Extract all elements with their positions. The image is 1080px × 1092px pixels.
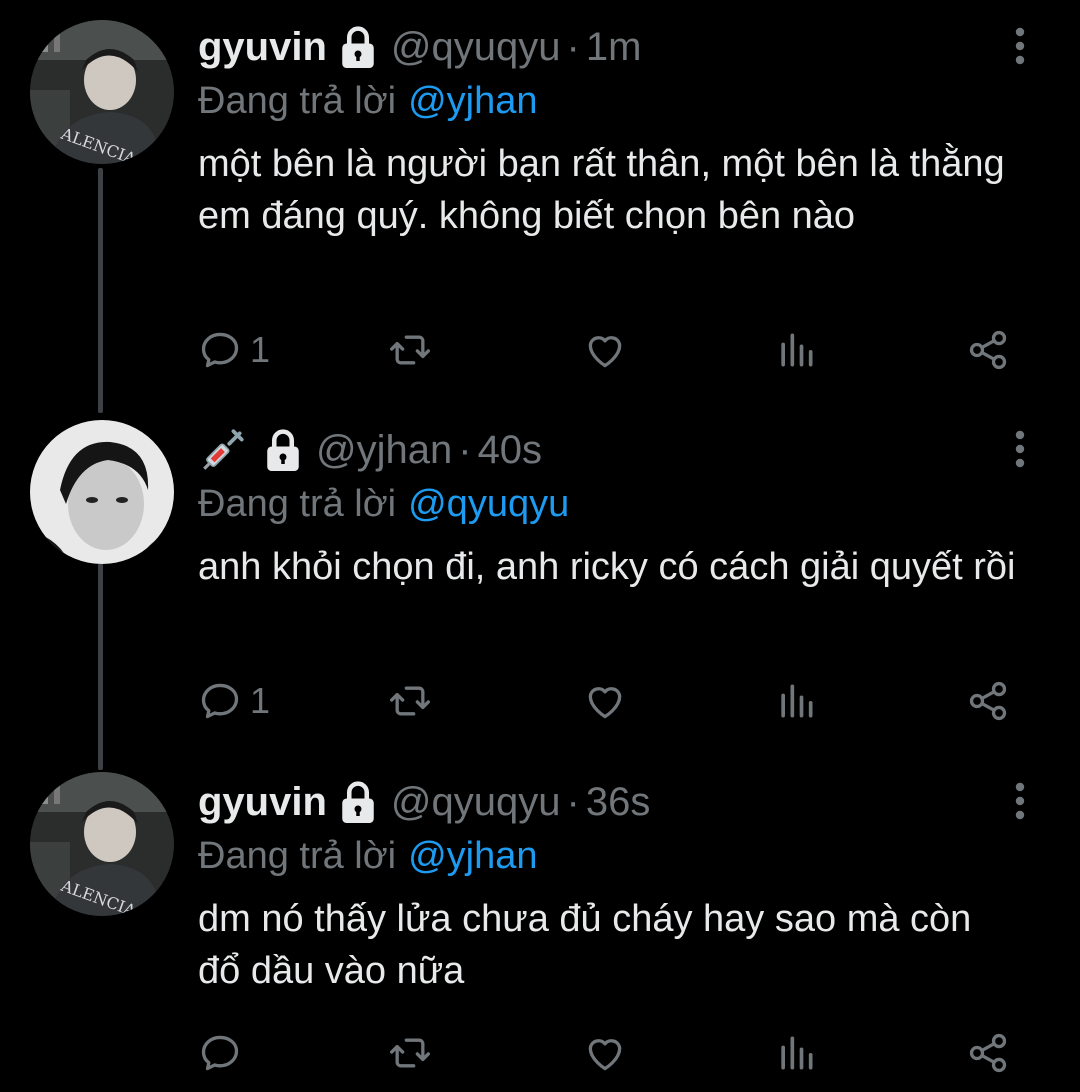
share-icon [966,679,1010,723]
views-button[interactable] [774,322,818,378]
reply-prefix: Đang trả lời [198,482,397,525]
thread-line [98,560,103,770]
share-icon [966,1031,1010,1075]
reply-button[interactable] [198,1025,250,1081]
tweet-text: anh khỏi chọn đi, anh ricky có cách giải… [198,546,1016,588]
avatar[interactable] [30,420,174,564]
more-vertical-icon[interactable] [1000,780,1040,822]
retweet-icon [388,328,432,372]
views-icon [774,328,818,372]
username[interactable]: @qyuqyu [391,25,561,70]
heart-icon [583,679,627,723]
mention-link[interactable]: @yjhan [408,835,537,878]
separator: · [458,427,472,472]
separator: · [566,779,580,824]
reply-button[interactable]: 1 [198,322,270,378]
more-vertical-icon[interactable] [1000,25,1040,67]
retweet-icon [388,679,432,723]
mention-link[interactable]: @yjhan [408,80,537,123]
share-button[interactable] [966,673,1010,729]
tweet-header: gyuvin @qyuqyu · 36s [198,775,1020,829]
reply-icon [198,679,242,723]
replying-to: Đang trả lời @yjhan [198,829,1020,883]
display-name[interactable]: gyuvin [198,25,327,70]
views-icon [774,679,818,723]
tweet-header: gyuvin @qyuqyu · 1m [198,20,1020,74]
tweet-actions: 1 [198,322,1018,378]
lock-icon [337,779,379,825]
reply-count: 1 [250,680,271,721]
retweet-button[interactable] [388,1025,432,1081]
avatar[interactable] [30,20,174,164]
retweet-button[interactable] [388,322,432,378]
timestamp[interactable]: 40s [478,428,543,473]
replying-to: Đang trả lời @qyuqyu [198,477,1020,531]
tweet-text: một bên là người bạn rất thân, một bên l… [198,143,1005,237]
display-name[interactable]: gyuvin [198,780,327,825]
mention-link[interactable]: @qyuqyu [408,483,569,526]
tweet-header: @yjhan · 40s [198,423,1020,477]
share-icon [966,328,1010,372]
reply-icon [198,1031,242,1075]
like-button[interactable] [583,322,627,378]
avatar[interactable] [30,772,174,916]
tweet-actions [198,1025,1018,1081]
tweet-actions: 1 [198,673,1018,729]
retweet-icon [388,1031,432,1075]
share-button[interactable] [966,322,1010,378]
reply-count: 1 [250,329,271,370]
username[interactable]: @qyuqyu [391,780,561,825]
heart-icon [583,1031,627,1075]
views-button[interactable] [774,1025,818,1081]
more-vertical-icon[interactable] [1000,428,1040,470]
timestamp[interactable]: 36s [586,780,651,825]
lock-icon [337,24,379,70]
thread-line [98,168,103,413]
reply-prefix: Đang trả lời [198,79,397,122]
share-button[interactable] [966,1025,1010,1081]
like-button[interactable] [583,1025,627,1081]
timestamp[interactable]: 1m [586,25,642,70]
reply-icon [198,328,242,372]
views-button[interactable] [774,673,818,729]
retweet-button[interactable] [388,673,432,729]
syringe-icon [198,425,248,475]
lock-icon [262,427,304,473]
username[interactable]: @yjhan [316,428,452,473]
heart-icon [583,328,627,372]
replying-to: Đang trả lời @yjhan [198,74,1020,128]
tweet-text: dm nó thấy lửa chưa đủ cháy hay sao mà c… [198,898,972,992]
like-button[interactable] [583,673,627,729]
views-icon [774,1031,818,1075]
reply-prefix: Đang trả lời [198,834,397,877]
separator: · [566,24,580,69]
reply-button[interactable]: 1 [198,673,270,729]
